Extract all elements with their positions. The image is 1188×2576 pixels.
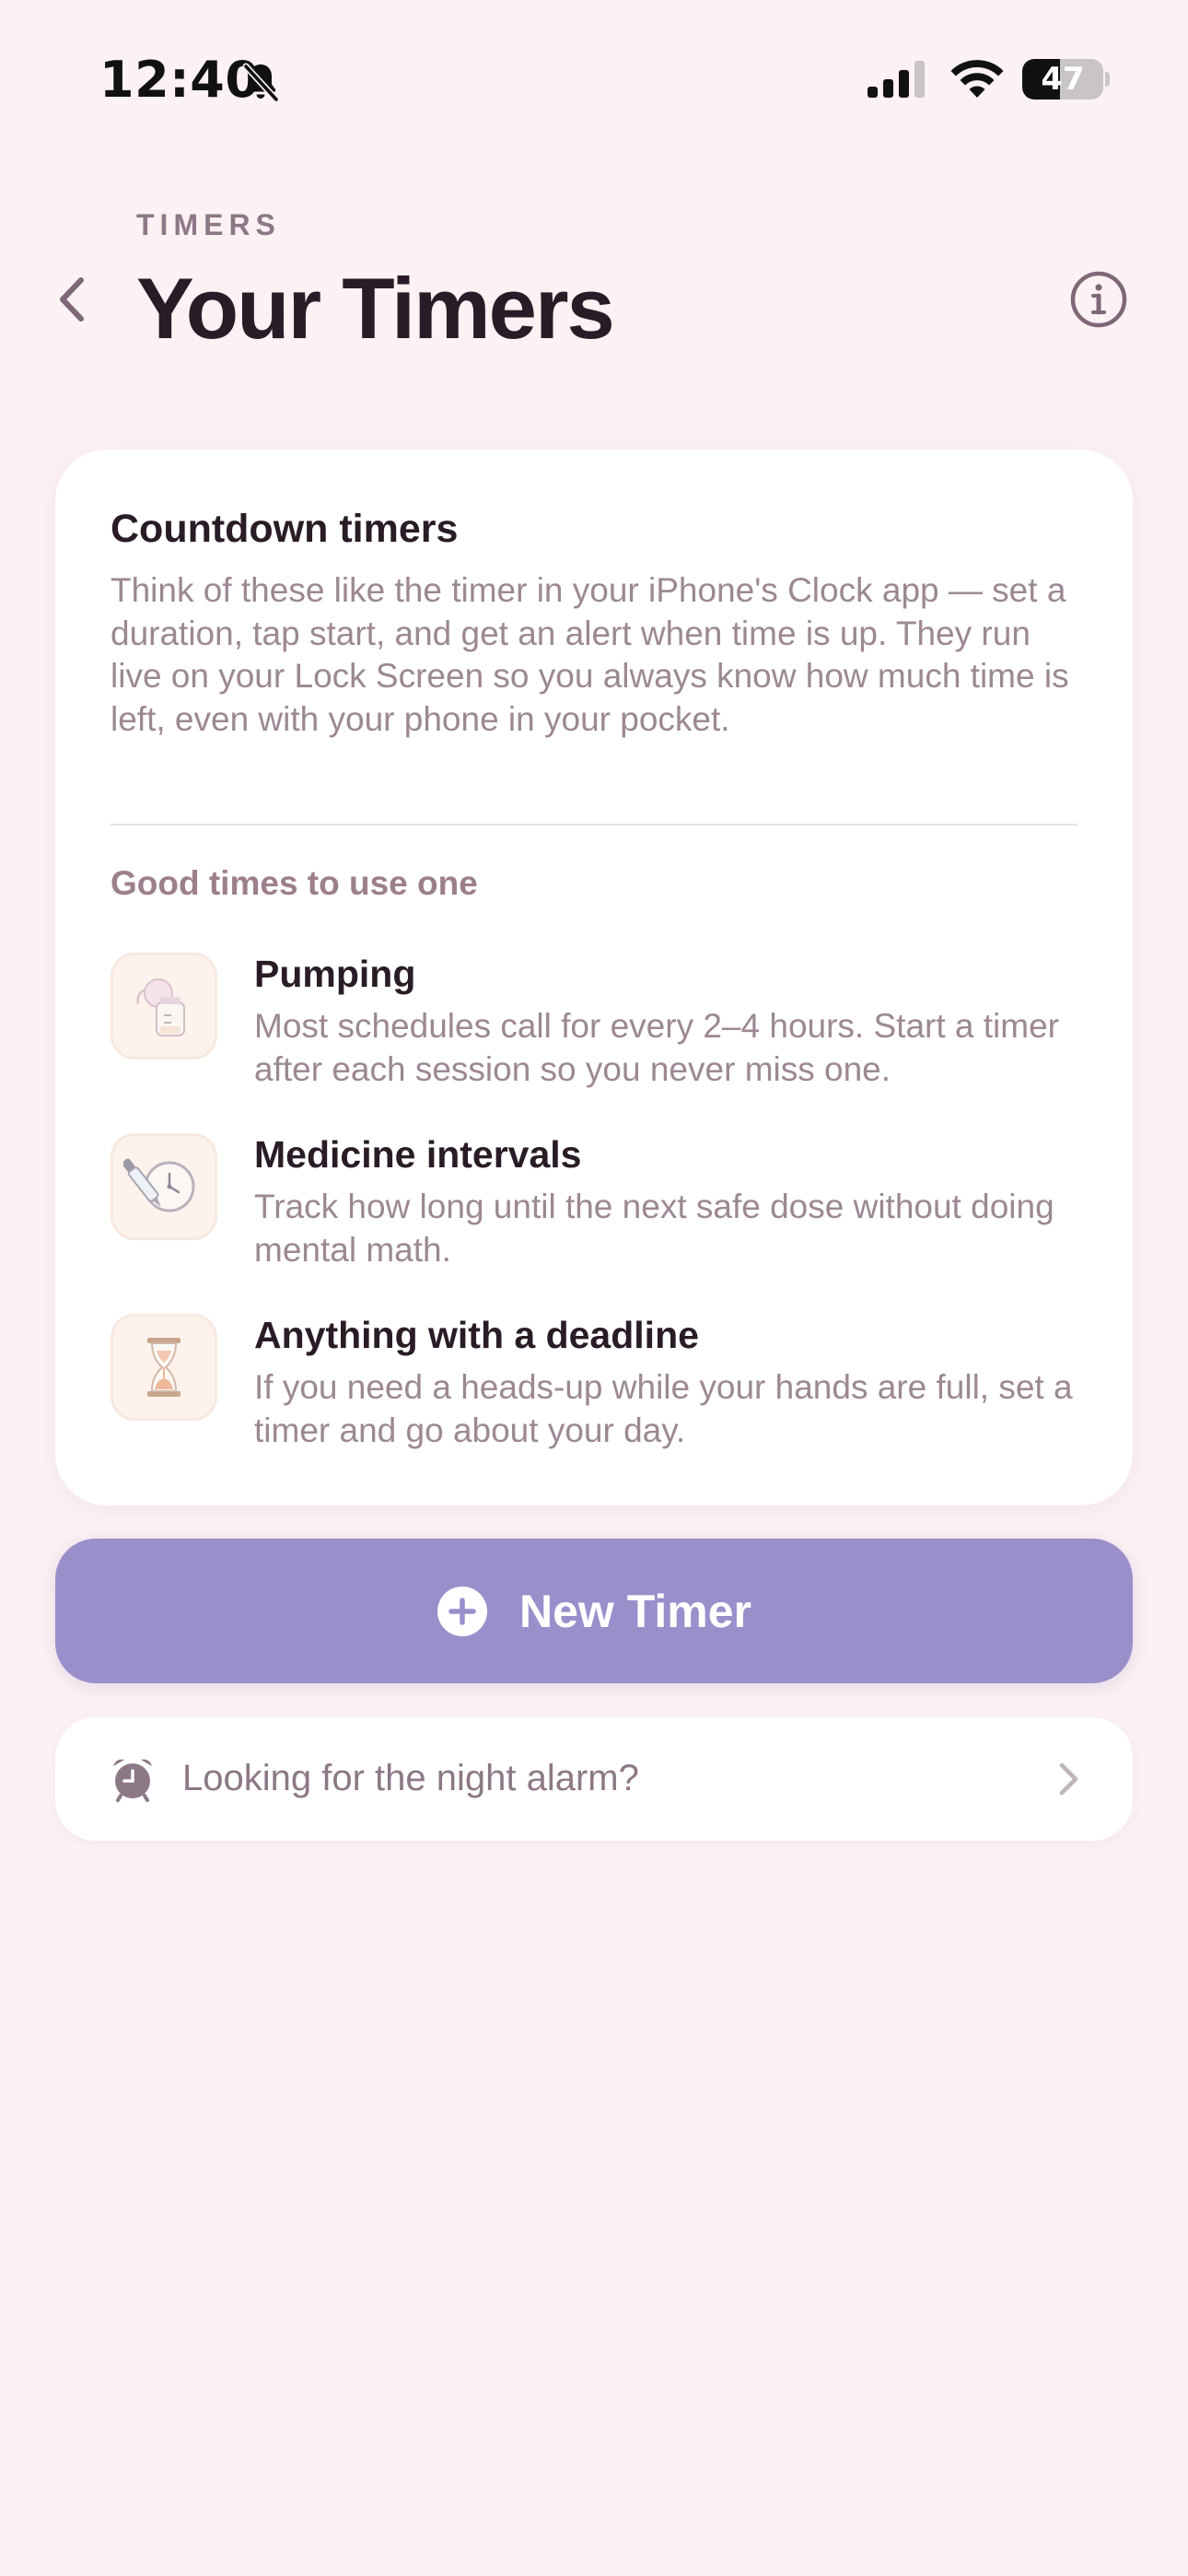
cellular-signal-icon [868, 61, 925, 98]
alarm-clock-icon [113, 1759, 152, 1802]
card-description: Think of these like the timer in your iP… [111, 571, 1069, 738]
chevron-left-icon[interactable] [48, 267, 96, 332]
breast-pump-icon [111, 953, 217, 1060]
plus-circle-icon [437, 1586, 488, 1636]
page-title: Your Timers [136, 260, 615, 357]
use-case-description: Most schedules call for every 2–4 hours.… [254, 1007, 1059, 1088]
new-timer-label: New Timer [519, 1585, 751, 1637]
bell-slash-icon [242, 63, 280, 103]
use-case-description: If you need a heads-up while your hands … [254, 1368, 1073, 1449]
medicine-dropper-clock-icon [111, 1133, 217, 1240]
section-label: Good times to use one [111, 864, 478, 902]
battery-icon: 47 [1022, 59, 1110, 100]
card-title: Countdown timers [111, 507, 459, 551]
use-case-item: Anything with a deadline If you need a h… [111, 1308, 1087, 1456]
wifi-icon [950, 60, 1004, 98]
hourglass-icon [111, 1314, 217, 1421]
night-alarm-label: Looking for the night alarm? [182, 1758, 639, 1798]
use-case-item: Pumping Most schedules call for every 2–… [111, 947, 1087, 1095]
use-case-description: Track how long until the next safe dose … [254, 1188, 1054, 1269]
info-icon[interactable] [1068, 269, 1129, 330]
page-eyebrow: TIMERS [136, 208, 281, 241]
use-case-title: Medicine intervals [254, 1133, 582, 1176]
use-case-title: Anything with a deadline [254, 1314, 699, 1356]
status-bar: 12:40 47 [0, 0, 1188, 161]
battery-level: 47 [1041, 61, 1085, 98]
use-case-title: Pumping [254, 953, 416, 995]
use-case-item: Medicine intervals Track how long until … [111, 1128, 1087, 1275]
countdown-info-card: Countdown timers Think of these like the… [55, 450, 1133, 1505]
divider [111, 824, 1077, 825]
new-timer-button[interactable]: New Timer [55, 1539, 1133, 1683]
night-alarm-link[interactable]: Looking for the night alarm? [55, 1717, 1133, 1841]
chevron-right-icon [1059, 1762, 1078, 1796]
status-time: 12:40 [99, 51, 261, 109]
